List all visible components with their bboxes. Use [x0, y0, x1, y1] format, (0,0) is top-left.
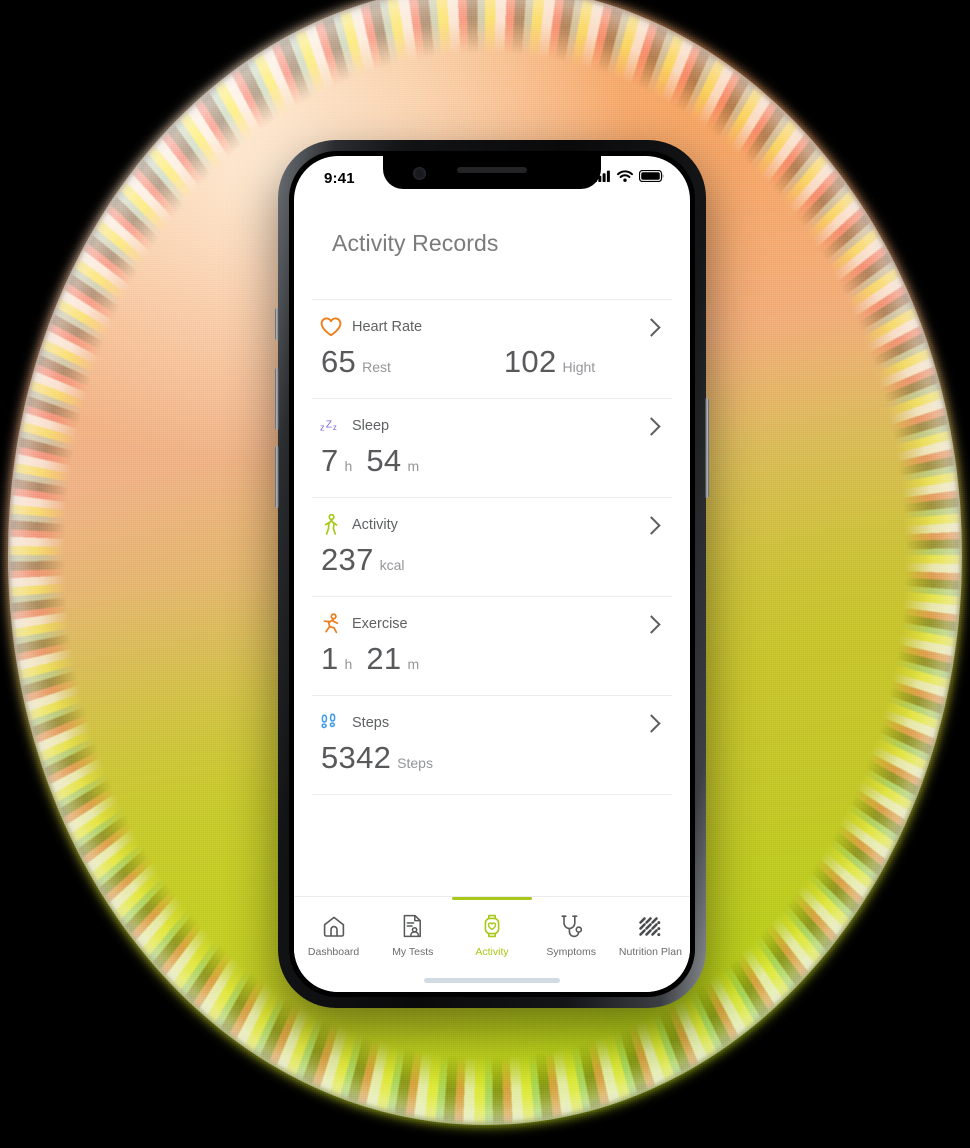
stethoscope-icon [559, 913, 583, 939]
record-value-minutes: 54 m [366, 443, 419, 479]
record-value-unit: h [344, 458, 353, 474]
record-value-number: 65 [321, 344, 357, 379]
tab-label: My Tests [392, 946, 434, 958]
record-value-number: 54 [366, 443, 402, 478]
record-row-steps[interactable]: Steps 5342 Steps [312, 695, 672, 795]
record-value-high: 102 Hight [504, 344, 595, 380]
tab-my-tests[interactable]: My Tests [373, 911, 452, 958]
record-value-unit: m [407, 458, 420, 474]
record-row-header: Activity [320, 514, 664, 536]
record-row-sleep[interactable]: z Z z Sleep 7 h 54 m [312, 398, 672, 497]
tab-nutrition-plan[interactable]: Nutrition Plan [611, 911, 690, 958]
record-value-steps: 5342 Steps [321, 740, 433, 776]
activity-records-list: Heart Rate 65 Rest 102 Hight z Z z Sleep… [312, 299, 672, 795]
record-value-number: 7 [321, 443, 339, 478]
tab-label: Dashboard [307, 946, 360, 958]
svg-text:z: z [320, 423, 325, 433]
running-person-icon [320, 613, 342, 635]
tab-label: Activity [475, 946, 509, 958]
record-label: Sleep [352, 418, 390, 434]
record-values: 5342 Steps [320, 740, 664, 776]
document-user-icon [401, 913, 424, 939]
volume-down-button[interactable] [275, 446, 279, 508]
record-label: Exercise [352, 616, 408, 632]
power-button[interactable] [705, 398, 709, 498]
record-row-header: Heart Rate [320, 316, 664, 338]
record-value-unit: Rest [362, 359, 391, 375]
smartwatch-heart-icon [481, 913, 503, 939]
chevron-right-icon[interactable] [642, 515, 661, 535]
record-values: 65 Rest 102 Hight [320, 344, 664, 380]
zzz-sleep-icon: z Z z [320, 415, 342, 437]
phone-device-frame: 9:41 Activity Records Heart Rate 65 Rest… [275, 140, 709, 1008]
record-value-number: 21 [366, 641, 402, 676]
record-value-calories: 237 kcal [321, 542, 405, 578]
battery-icon [638, 169, 664, 187]
home-indicator[interactable] [424, 978, 560, 983]
record-value-number: 102 [503, 344, 557, 379]
record-value-unit: h [344, 656, 353, 672]
record-value-unit: Steps [397, 755, 433, 771]
record-values: 1 h 21 m [320, 641, 664, 677]
record-label: Activity [352, 517, 398, 533]
record-value-number: 5342 [321, 740, 392, 775]
chevron-right-icon[interactable] [642, 416, 661, 436]
footprints-icon [320, 712, 342, 734]
mute-switch-button[interactable] [275, 308, 279, 340]
record-value-number: 1 [321, 641, 339, 676]
record-row-header: Exercise [320, 613, 664, 635]
phone-screen: 9:41 Activity Records Heart Rate 65 Rest… [294, 156, 690, 992]
tab-label: Symptoms [546, 946, 596, 958]
page-title: Activity Records [332, 230, 499, 256]
volume-up-button[interactable] [275, 368, 279, 430]
earpiece-speaker [457, 167, 527, 173]
svg-text:Z: Z [326, 419, 332, 430]
svg-text:z: z [333, 423, 337, 432]
walking-person-icon [320, 514, 342, 536]
record-value-unit: Hight [562, 359, 596, 375]
record-label: Heart Rate [352, 319, 423, 335]
record-value-hours: 1 h [321, 641, 352, 677]
record-values: 7 h 54 m [320, 443, 664, 479]
tab-symptoms[interactable]: Symptoms [532, 911, 611, 958]
chevron-right-icon[interactable] [642, 614, 661, 634]
record-row-exercise[interactable]: Exercise 1 h 21 m [312, 596, 672, 695]
phone-bezel: 9:41 Activity Records Heart Rate 65 Rest… [289, 151, 695, 997]
status-bar-time: 9:41 [324, 169, 355, 187]
tab-dashboard[interactable]: Dashboard [294, 911, 373, 958]
nutrition-grid-icon [637, 913, 663, 939]
record-value-unit: kcal [379, 557, 405, 573]
tab-label: Nutrition Plan [618, 946, 682, 958]
status-bar-icons [594, 169, 664, 187]
record-value-unit: m [407, 656, 420, 672]
home-icon [322, 913, 346, 939]
heart-icon [320, 316, 342, 338]
device-notch [383, 156, 601, 189]
chevron-right-icon[interactable] [642, 713, 661, 733]
record-label: Steps [352, 715, 390, 731]
active-tab-indicator [452, 897, 532, 900]
record-row-activity[interactable]: Activity 237 kcal [312, 497, 672, 596]
record-row-heart-rate[interactable]: Heart Rate 65 Rest 102 Hight [312, 299, 672, 398]
record-value-minutes: 21 m [366, 641, 419, 677]
record-row-header: Steps [320, 712, 664, 734]
record-row-header: z Z z Sleep [320, 415, 664, 437]
record-value-number: 237 [321, 542, 374, 577]
chevron-right-icon[interactable] [642, 317, 661, 337]
wifi-icon [617, 169, 633, 187]
record-value-hours: 7 h [321, 443, 352, 479]
record-values: 237 kcal [320, 542, 664, 578]
front-camera-icon [413, 167, 426, 180]
tab-activity[interactable]: Activity [452, 897, 532, 958]
record-value-rest: 65 Rest [321, 344, 391, 380]
